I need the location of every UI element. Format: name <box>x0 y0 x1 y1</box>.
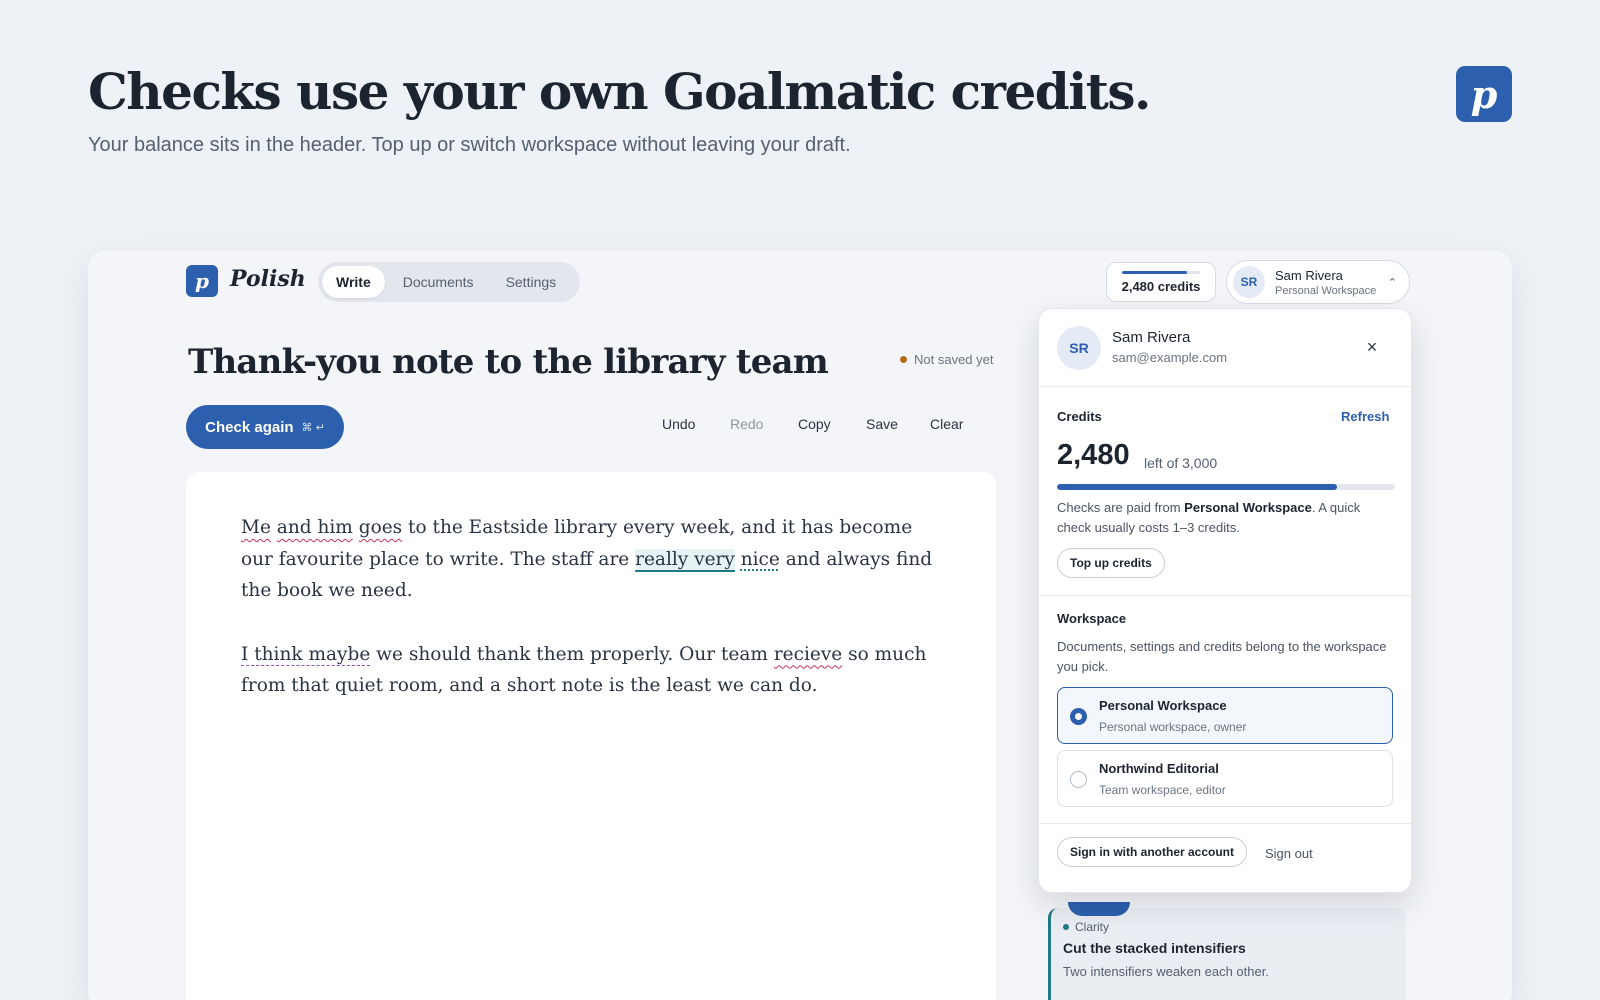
editor[interactable]: Me and him goes to the Eastside library … <box>186 472 996 1000</box>
clear-button[interactable]: Clear <box>930 416 963 432</box>
main-nav: Write Documents Settings <box>318 262 580 302</box>
workspace-option-northwind[interactable]: Northwind Editorial Team workspace, edit… <box>1057 750 1393 807</box>
account-workspace: Personal Workspace <box>1275 284 1377 297</box>
credits-progress-fill <box>1057 484 1337 490</box>
refresh-button[interactable]: Refresh <box>1341 409 1389 424</box>
grammar-issue[interactable]: Me <box>241 517 271 538</box>
credits-mini-bar <box>1122 270 1200 274</box>
style-issue[interactable]: I think maybe <box>241 644 370 665</box>
suggestion-title: Cut the stacked intensifiers <box>1063 940 1246 956</box>
check-again-label: Check again <box>205 418 294 436</box>
workspace-role: Team workspace, editor <box>1099 783 1226 797</box>
credits-payment-note: Checks are paid from Personal Workspace.… <box>1057 498 1393 538</box>
text-run: we should thank them properly. Our team <box>370 643 774 665</box>
avatar: SR <box>1057 326 1101 370</box>
save-button[interactable]: Save <box>866 416 898 432</box>
suggestion-body: Two intensifiers weaken each other. <box>1063 964 1269 979</box>
note-workspace: Personal Workspace <box>1184 500 1312 515</box>
top-up-credits-button[interactable]: Top up credits <box>1057 548 1165 578</box>
hero-logo: p <box>1456 66 1512 122</box>
copy-button[interactable]: Copy <box>798 416 831 432</box>
credits-balance-of: left of 3,000 <box>1144 455 1218 471</box>
unsaved-dot-icon <box>900 356 907 363</box>
hero-subtitle: Your balance sits in the header. Top up … <box>88 134 851 156</box>
avatar: SR <box>1233 266 1265 298</box>
workspace-section-label: Workspace <box>1057 611 1127 626</box>
close-icon[interactable]: × <box>1361 336 1383 358</box>
grammar-issue[interactable]: and him <box>277 517 353 538</box>
account-name: Sam Rivera <box>1275 267 1343 283</box>
radio-unselected-icon[interactable] <box>1070 771 1087 788</box>
undo-button[interactable]: Undo <box>662 416 695 432</box>
hero-title: Checks use your own Goalmatic credits. <box>88 62 1151 121</box>
credits-progress-bar <box>1057 484 1395 490</box>
document-title[interactable]: Thank-you note to the library team <box>188 342 829 382</box>
popover-user-name: Sam Rivera <box>1112 329 1191 346</box>
app-window: p Polish Write Documents Settings 2,480 … <box>88 250 1512 1000</box>
credits-balance: 2,480 <box>1057 439 1130 471</box>
sign-in-another-account-button[interactable]: Sign in with another account <box>1057 837 1248 867</box>
check-again-button[interactable]: Check again ⌘ ↵ <box>186 405 344 449</box>
credits-indicator[interactable]: 2,480 credits <box>1106 262 1216 302</box>
paragraph: Me and him goes to the Eastside library … <box>241 512 941 607</box>
tab-documents[interactable]: Documents <box>389 266 488 298</box>
credits-mini-bar-fill <box>1122 270 1187 274</box>
paragraph: I think maybe we should thank them prope… <box>241 639 941 702</box>
save-status: Not saved yet <box>900 352 994 367</box>
suggestion-card[interactable]: Clarity Cut the stacked intensifiers Two… <box>1048 902 1406 1000</box>
divider <box>1039 595 1411 596</box>
redo-button[interactable]: Redo <box>730 416 763 432</box>
shortcut-hint: ⌘ ↵ <box>301 421 325 434</box>
credits-label: 2,480 credits <box>1121 278 1201 294</box>
workspace-name: Northwind Editorial <box>1099 761 1219 776</box>
sign-out-button[interactable]: Sign out <box>1265 846 1313 861</box>
tab-write[interactable]: Write <box>322 266 385 298</box>
clarity-issue-active[interactable]: really very <box>635 548 735 570</box>
clarity-issue[interactable]: nice <box>741 549 780 570</box>
workspace-option-personal[interactable]: Personal Workspace Personal workspace, o… <box>1057 687 1393 744</box>
popover-header: SR Sam Rivera sam@example.com × <box>1039 309 1411 387</box>
grammar-issue[interactable]: goes <box>359 517 402 538</box>
suggestion-category-label: Clarity <box>1075 920 1110 934</box>
radio-selected-icon[interactable] <box>1070 708 1087 725</box>
spelling-issue[interactable]: recieve <box>774 644 842 665</box>
app-logo[interactable]: p <box>186 265 218 297</box>
account-popover: SR Sam Rivera sam@example.com × Credits … <box>1038 308 1412 893</box>
note-text: Checks are paid from <box>1057 500 1185 515</box>
app-name: Polish <box>230 266 306 292</box>
chevron-up-icon: ⌃ <box>1387 276 1397 289</box>
tab-settings[interactable]: Settings <box>492 266 571 298</box>
clarity-dot-icon <box>1063 924 1069 930</box>
popover-user-email: sam@example.com <box>1112 350 1228 365</box>
credits-section-label: Credits <box>1057 409 1102 424</box>
divider <box>1039 823 1411 824</box>
suggestion-category: Clarity <box>1063 920 1394 934</box>
account-menu-button[interactable]: SR Sam Rivera Personal Workspace ⌃ <box>1226 260 1410 304</box>
workspace-description: Documents, settings and credits belong t… <box>1057 639 1387 674</box>
workspace-role: Personal workspace, owner <box>1099 720 1247 734</box>
workspace-name: Personal Workspace <box>1099 698 1227 713</box>
save-status-label: Not saved yet <box>914 352 994 367</box>
